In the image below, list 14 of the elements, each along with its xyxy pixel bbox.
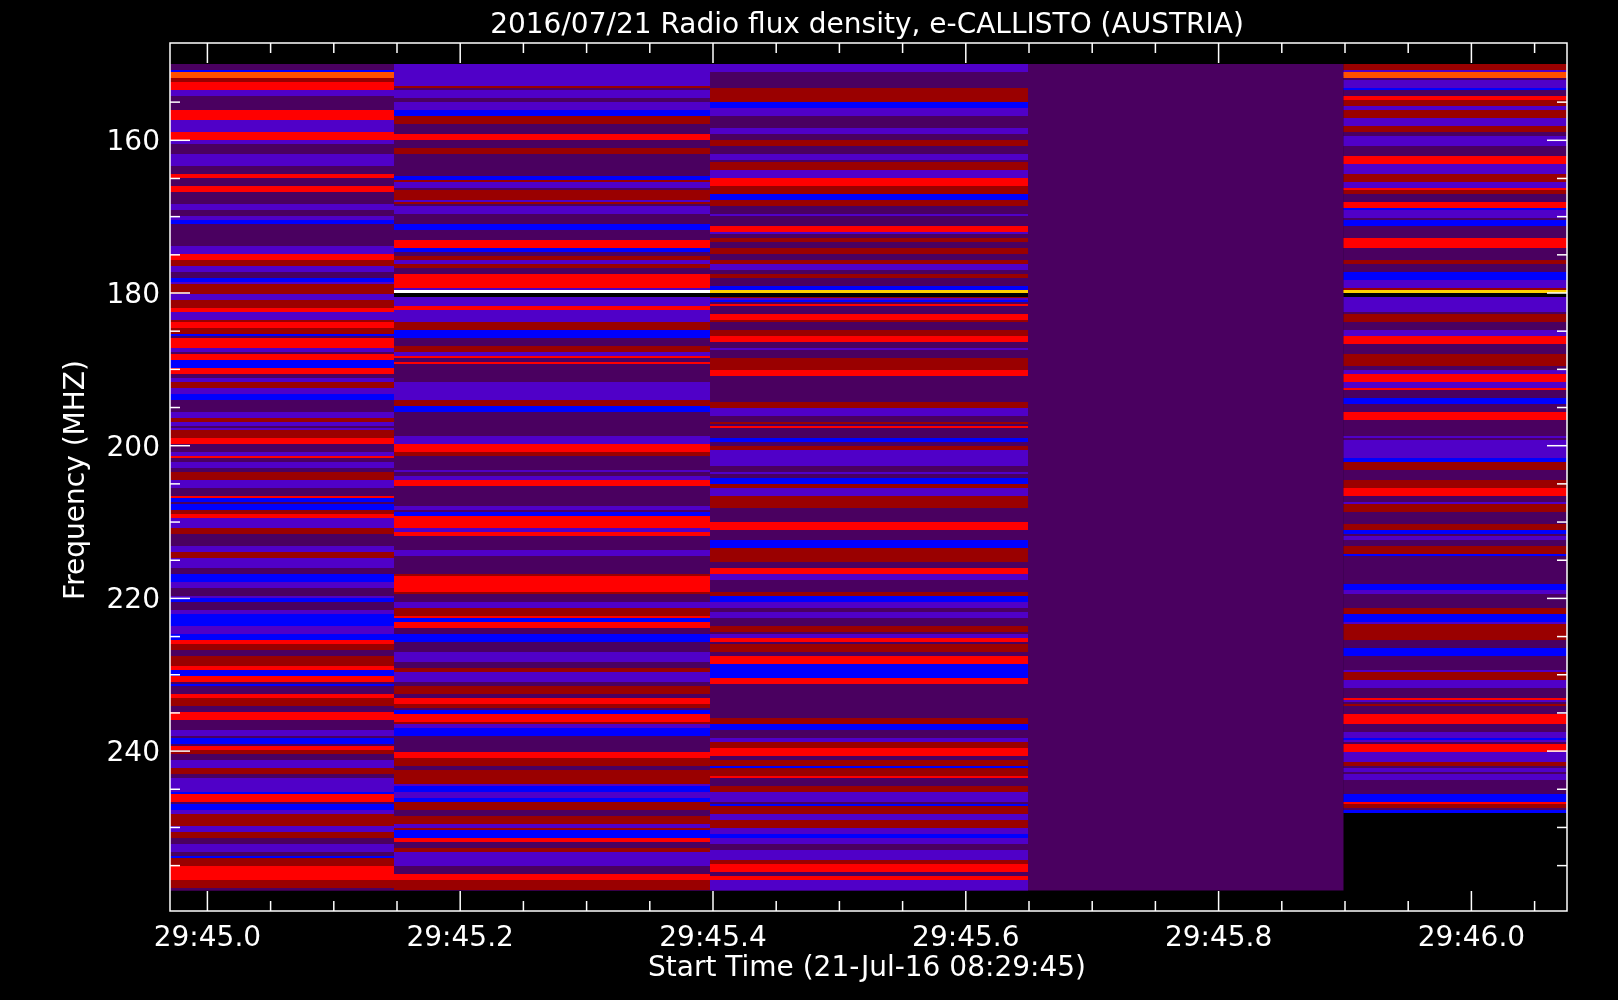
tick-label: 29:45.8: [1164, 920, 1273, 953]
tick-label: 29:45.0: [153, 920, 262, 953]
tick-label: 240: [106, 735, 160, 769]
axis-label: Start Time (21-Jul-16 08:29:45): [648, 950, 1086, 983]
tick-label: 220: [106, 582, 160, 616]
tick-label: 160: [106, 124, 160, 158]
axis-label: Frequency (MHZ): [58, 360, 91, 600]
tick-label: 29:45.4: [659, 920, 767, 953]
tick-label: 29:46.0: [1417, 920, 1526, 953]
tick-label: 29:45.2: [406, 920, 514, 953]
tick-label: 200: [106, 429, 160, 463]
plot-title: 2016/07/21 Radio flux density, e-CALLISTO (AUSTRIA): [490, 7, 1244, 40]
tick-label: 29:45.6: [912, 920, 1020, 953]
tick-label: 180: [106, 277, 160, 310]
